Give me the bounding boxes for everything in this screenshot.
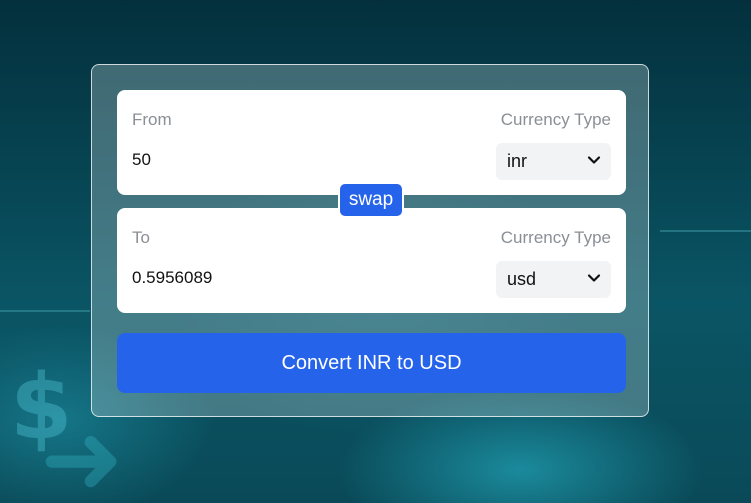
- from-currency-type-label: Currency Type: [500, 110, 611, 129]
- to-currency-type-label: Currency Type: [500, 228, 611, 247]
- to-amount-input[interactable]: [132, 268, 432, 288]
- swap-button[interactable]: swap: [338, 182, 404, 218]
- from-section: From Currency Type inr: [117, 90, 626, 195]
- light-streak: [0, 310, 90, 312]
- to-currency-value: usd: [507, 269, 537, 289]
- from-label: From: [132, 110, 172, 129]
- convert-button[interactable]: Convert INR to USD: [117, 333, 626, 393]
- from-currency-select[interactable]: inr: [496, 143, 611, 180]
- to-currency-select[interactable]: usd: [496, 261, 611, 298]
- from-currency-value: inr: [507, 151, 528, 171]
- chevron-down-icon: [587, 156, 601, 164]
- chevron-down-icon: [587, 274, 601, 282]
- to-section: To Currency Type usd: [117, 208, 626, 313]
- from-amount-input[interactable]: [132, 150, 432, 170]
- converter-panel: From Currency Type inr To Currency Type …: [91, 64, 649, 417]
- to-label: To: [132, 228, 150, 247]
- light-streak: [660, 230, 751, 232]
